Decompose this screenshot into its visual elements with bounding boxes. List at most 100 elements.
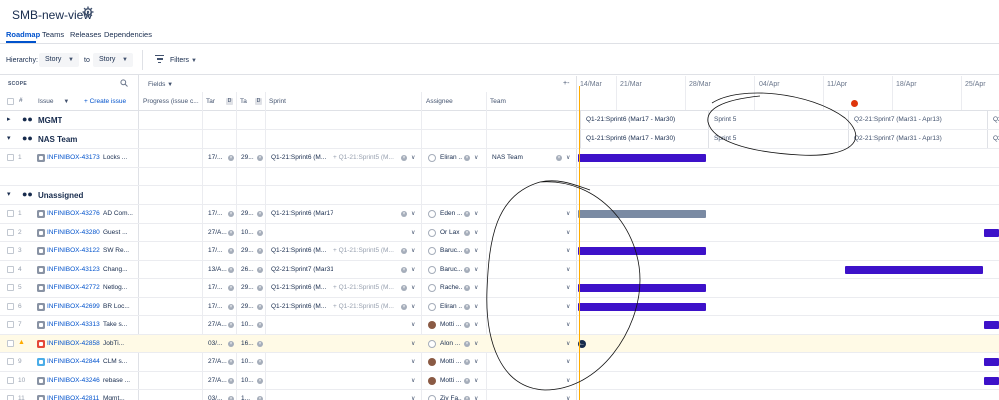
- target-end[interactable]: 10...: [241, 229, 256, 236]
- table-row[interactable]: 2 INFINIBOX-43280 Guest ... 27/A... × 10…: [0, 224, 999, 242]
- clear-icon[interactable]: ×: [556, 155, 562, 161]
- release-marker-icon[interactable]: [851, 100, 858, 107]
- col-issue[interactable]: Issue ▼: [38, 98, 69, 105]
- assignee-value[interactable]: Baruc...: [440, 247, 462, 254]
- chevron-down-icon[interactable]: ∨: [474, 266, 478, 273]
- issue-summary[interactable]: Chang...: [103, 266, 137, 273]
- chevron-down-icon[interactable]: ∨: [474, 395, 478, 400]
- timeline-bar[interactable]: [984, 321, 999, 329]
- chevron-down-icon[interactable]: ∨: [474, 154, 478, 161]
- target-start[interactable]: 17/...: [208, 247, 228, 254]
- chevron-down-icon[interactable]: ∨: [411, 210, 415, 217]
- target-start[interactable]: 17/...: [208, 303, 228, 310]
- assignee-value[interactable]: Motti ...: [440, 377, 462, 384]
- assignee-value[interactable]: Motti ...: [440, 358, 462, 365]
- clear-icon[interactable]: ×: [257, 211, 263, 217]
- sprint-value[interactable]: Q1-21:Sprint6 (M...: [271, 284, 333, 291]
- target-end[interactable]: 10...: [241, 377, 256, 384]
- issue-key[interactable]: INFINIBOX-43313: [47, 321, 100, 328]
- issue-key[interactable]: INFINIBOX-42844: [47, 358, 100, 365]
- row-checkbox[interactable]: [7, 247, 14, 254]
- table-row[interactable]: 1 INFINIBOX-43276 AD Com... 17/... × 29.…: [0, 205, 999, 224]
- clear-icon[interactable]: ×: [228, 285, 234, 291]
- chevron-down-icon[interactable]: ∨: [566, 377, 570, 384]
- fields-button[interactable]: Fields ▼: [148, 81, 173, 88]
- table-row[interactable]: 6 INFINIBOX-42699 BR Loc... 17/... × 29.…: [0, 298, 999, 316]
- chevron-down-icon[interactable]: ∨: [474, 210, 478, 217]
- collapse-timeline-icon[interactable]: +-: [563, 80, 569, 87]
- row-checkbox[interactable]: [7, 210, 14, 217]
- clear-icon[interactable]: ×: [464, 211, 470, 217]
- gear-icon[interactable]: [82, 6, 94, 18]
- team-value[interactable]: NAS Team: [492, 154, 523, 161]
- chevron-down-icon[interactable]: ∨: [566, 358, 570, 365]
- chevron-down-icon[interactable]: ∨: [474, 303, 478, 310]
- target-start[interactable]: 17/...: [208, 284, 228, 291]
- clear-icon[interactable]: ×: [228, 377, 234, 384]
- issue-key[interactable]: INFINIBOX-43173: [47, 154, 100, 161]
- target-start[interactable]: 27/A...: [208, 358, 228, 365]
- chevron-down-icon[interactable]: ∨: [474, 247, 478, 254]
- issue-summary[interactable]: Mgmt...: [103, 395, 137, 400]
- assignee-value[interactable]: Eliran ...: [440, 154, 462, 161]
- table-row[interactable]: 1 INFINIBOX-43173 Locks ... 17/... × 29.…: [0, 149, 999, 168]
- tab-teams[interactable]: Teams: [42, 30, 64, 39]
- timeline-bar[interactable]: [578, 210, 706, 218]
- clear-icon[interactable]: ×: [464, 377, 470, 384]
- clear-icon[interactable]: ×: [228, 396, 234, 400]
- clear-icon[interactable]: ×: [464, 155, 470, 161]
- target-end[interactable]: 29...: [241, 210, 256, 217]
- clear-icon[interactable]: ×: [401, 211, 407, 217]
- chevron-down-icon[interactable]: ▾: [7, 190, 11, 198]
- clear-icon[interactable]: ×: [464, 229, 470, 236]
- clear-icon[interactable]: ×: [464, 340, 470, 347]
- issue-summary[interactable]: rebase ...: [103, 377, 137, 384]
- chevron-down-icon[interactable]: ∨: [411, 395, 415, 400]
- clear-icon[interactable]: ×: [464, 359, 470, 365]
- filters-button[interactable]: Filters ▼: [170, 57, 197, 64]
- issue-key[interactable]: INFINIBOX-42699: [47, 303, 100, 310]
- assignee-value[interactable]: Motti ...: [440, 321, 462, 328]
- chevron-down-icon[interactable]: ∨: [566, 229, 570, 236]
- clear-icon[interactable]: ×: [464, 303, 470, 310]
- target-end[interactable]: 29...: [241, 284, 256, 291]
- issue-summary[interactable]: Netlog...: [103, 284, 137, 291]
- row-checkbox[interactable]: [7, 395, 14, 400]
- timeline-bar[interactable]: [984, 358, 999, 366]
- clear-icon[interactable]: ×: [257, 155, 263, 161]
- clear-icon[interactable]: ×: [257, 303, 263, 310]
- chevron-down-icon[interactable]: ∨: [566, 340, 570, 347]
- target-start[interactable]: 03/...: [208, 395, 228, 400]
- issue-summary[interactable]: CLM s...: [103, 358, 137, 365]
- clear-icon[interactable]: ×: [257, 377, 263, 384]
- target-end[interactable]: 29...: [241, 154, 254, 161]
- target-start[interactable]: 03/...: [208, 340, 228, 347]
- sprint-value[interactable]: Q1-21:Sprint6 (Mar17 - Mar30): [271, 210, 333, 217]
- target-start[interactable]: 27/A...: [208, 377, 228, 384]
- table-row[interactable]: 3 INFINIBOX-43122 SW Re... 17/... × 29..…: [0, 242, 999, 261]
- issue-summary[interactable]: Take s...: [103, 321, 137, 328]
- clear-icon[interactable]: ×: [464, 285, 470, 291]
- chevron-down-icon[interactable]: ∨: [566, 247, 570, 254]
- chevron-down-icon[interactable]: ∨: [474, 340, 478, 347]
- clear-icon[interactable]: ×: [257, 248, 263, 254]
- timeline-bar[interactable]: [578, 284, 706, 292]
- chevron-down-icon[interactable]: ∨: [474, 321, 478, 328]
- chevron-down-icon[interactable]: ∨: [566, 321, 570, 328]
- chevron-down-icon[interactable]: ∨: [566, 284, 570, 291]
- clear-icon[interactable]: ×: [257, 322, 263, 328]
- assignee-value[interactable]: Eden ...: [440, 210, 462, 217]
- chevron-down-icon[interactable]: ∨: [474, 229, 478, 236]
- timeline-bar[interactable]: [984, 228, 999, 237]
- table-row[interactable]: 9 INFINIBOX-42844 CLM s... 27/A... × 10.…: [0, 353, 999, 372]
- clear-icon[interactable]: ×: [464, 248, 470, 254]
- chevron-down-icon[interactable]: ∨: [411, 358, 415, 365]
- issue-key[interactable]: INFINIBOX-43280: [47, 229, 100, 236]
- row-checkbox[interactable]: [7, 302, 14, 310]
- clear-icon[interactable]: ×: [228, 229, 234, 236]
- clear-icon[interactable]: ×: [464, 322, 470, 328]
- issue-summary[interactable]: BR Loc...: [103, 303, 137, 310]
- issue-key[interactable]: INFINIBOX-43276: [47, 210, 100, 217]
- chevron-down-icon[interactable]: ∨: [411, 340, 415, 347]
- target-end[interactable]: 29...: [241, 247, 256, 254]
